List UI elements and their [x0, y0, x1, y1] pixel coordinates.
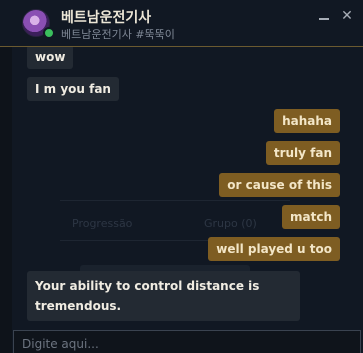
message-scrollbar[interactable]: [355, 47, 363, 325]
chat-header: 베트남운전기사 베트남운전기사 #뚝뚝이 ✕: [0, 0, 363, 47]
online-status-icon: [43, 27, 55, 39]
message-incoming: Your ability to control distance is trem…: [27, 271, 300, 321]
message-outgoing: truly fan: [265, 141, 340, 165]
minimize-icon[interactable]: [316, 8, 332, 24]
background-divider: [60, 200, 290, 201]
close-icon[interactable]: ✕: [339, 8, 355, 24]
background-tab-group: Grupo (0): [204, 217, 257, 230]
message-outgoing: match: [282, 205, 340, 229]
message-incoming: I m you fan: [27, 77, 119, 101]
chat-window: Progressão Grupo (0) 베트남운전기사 베트남운전기사 #뚝뚝…: [0, 0, 363, 353]
message-input[interactable]: [14, 331, 360, 353]
message-outgoing: well played u too: [208, 237, 340, 261]
left-gutter: [0, 47, 12, 353]
background-tab-progress: Progressão: [72, 217, 133, 230]
contact-name: 베트남운전기사: [61, 10, 152, 26]
message-outgoing: or cause of this: [219, 173, 340, 197]
message-outgoing: hahaha: [274, 109, 340, 133]
contact-riot-id: 베트남운전기사 #뚝뚝이: [61, 28, 175, 41]
message-input-field[interactable]: [13, 330, 361, 353]
message-incoming: wow: [27, 45, 74, 69]
